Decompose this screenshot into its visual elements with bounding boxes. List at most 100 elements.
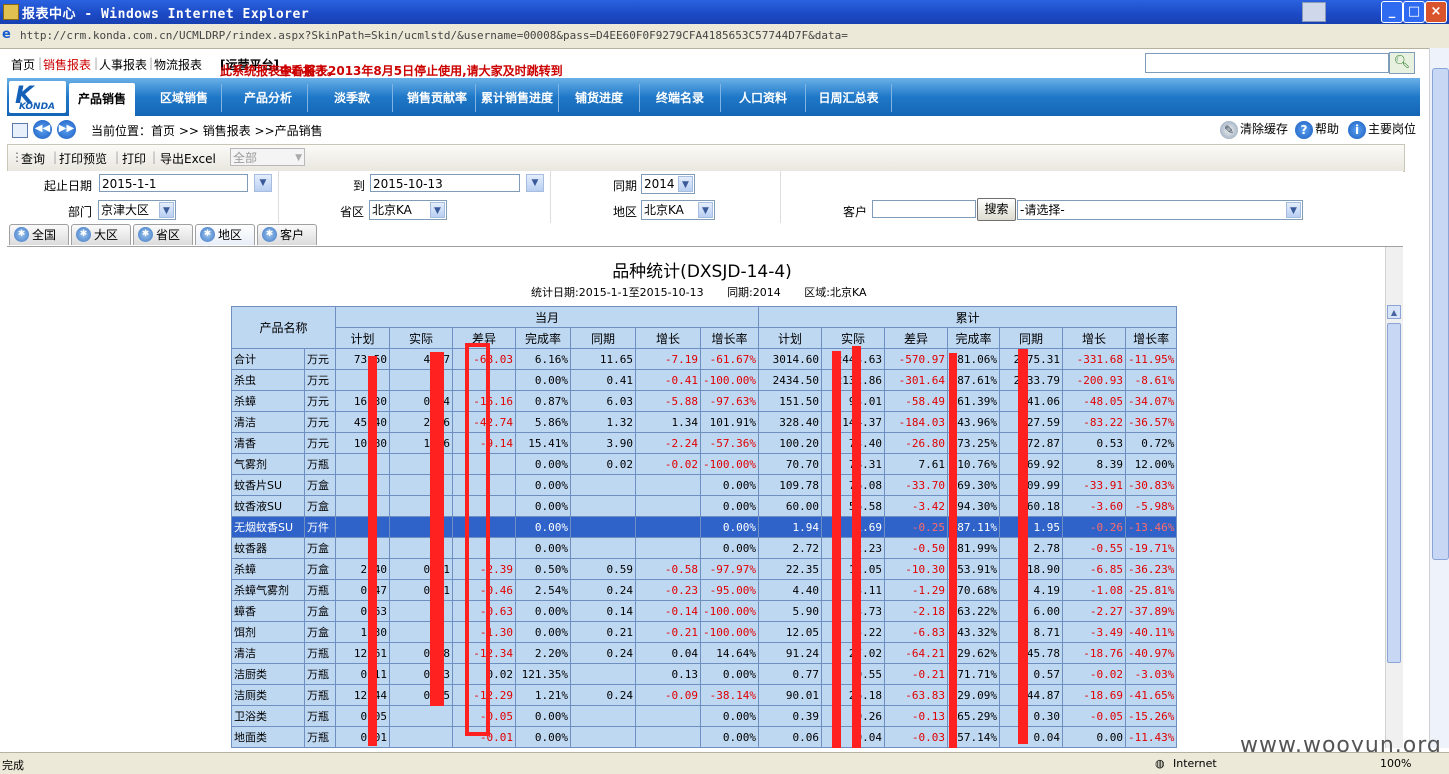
value-cell: 0.05	[335, 705, 390, 727]
header-cumulative-11: 同期	[999, 327, 1063, 349]
value-cell: -0.02	[1062, 663, 1126, 685]
nav-link-sales-report[interactable]: 销售报表	[43, 56, 91, 73]
menu-off-season[interactable]: 淡季款	[312, 84, 393, 112]
value-cell: -0.02	[635, 453, 701, 475]
maximize-button[interactable]: □	[1403, 1, 1425, 23]
tab-region[interactable]: ✱ 大区	[71, 224, 131, 245]
report-scrollbar-thumb[interactable]	[1387, 323, 1401, 663]
clear-cache-button[interactable]: ✎ 清除缓存	[1220, 120, 1288, 139]
zoom-level[interactable]: 100%	[1380, 757, 1411, 770]
menu-terminal-list[interactable]: 终端名录	[640, 84, 721, 112]
help-button[interactable]: ? 帮助	[1295, 120, 1339, 139]
value-cell	[335, 495, 390, 517]
value-cell	[335, 474, 390, 496]
product-name-cell: 杀蟑	[231, 390, 305, 412]
unit-cell: 万瓶	[304, 684, 336, 706]
end-date-picker-icon[interactable]: ▼	[526, 174, 544, 192]
unit-cell: 万元	[304, 348, 336, 370]
nav-link-hr-report[interactable]: 人事报表	[99, 56, 147, 73]
unit-cell: 万盒	[304, 621, 336, 643]
toggle-panel-icon[interactable]	[12, 123, 28, 138]
header-cumulative-13: 增长率	[1124, 327, 1178, 349]
print-button[interactable]: 打印	[122, 150, 146, 167]
value-cell: 0.00%	[515, 726, 571, 748]
unit-cell: 万盒	[304, 558, 336, 580]
menu-region-sales[interactable]: 区域销售	[147, 84, 222, 112]
value-cell: 12.00%	[1124, 453, 1178, 475]
value-cell: 101.91%	[700, 411, 759, 433]
tab-customer[interactable]: ✱ 客户	[257, 224, 317, 245]
value-cell	[635, 537, 701, 559]
region-info: 区域:北京KA	[804, 286, 867, 299]
minimize-button[interactable]: _	[1381, 1, 1403, 23]
back-icon[interactable]: ◀◀	[33, 120, 52, 139]
value-cell: -34.07%	[1124, 390, 1178, 412]
same-period-select[interactable]: 2014 ▼	[641, 174, 695, 194]
value-cell: -26.80	[884, 432, 948, 454]
menu-distribution-progress[interactable]: 铺货进度	[559, 84, 640, 112]
menu-population[interactable]: 人口资料	[721, 84, 806, 112]
tab-province[interactable]: ✱ 省区	[133, 224, 193, 245]
value-cell: -100.00%	[700, 600, 759, 622]
customer-select[interactable]: -请选择- ▼	[1017, 200, 1303, 220]
menu-sales-contribution[interactable]: 销售贡献率	[399, 84, 476, 112]
start-date-input[interactable]: 2015-1-1	[99, 174, 248, 192]
area-select[interactable]: 北京KA ▼	[641, 200, 715, 220]
product-name-cell: 蚊香器	[231, 537, 305, 559]
print-preview-button[interactable]: 打印预览	[59, 150, 107, 167]
scroll-up-icon[interactable]: ▲	[1387, 305, 1401, 319]
value-cell	[335, 537, 390, 559]
scope-select[interactable]: 全部 ▼	[230, 148, 305, 166]
value-cell	[335, 453, 390, 475]
value-cell	[570, 663, 636, 685]
menu-product-analysis[interactable]: 产品分析	[229, 84, 308, 112]
menu-weekly-summary[interactable]: 日周汇总表	[806, 84, 892, 112]
province-select[interactable]: 北京KA ▼	[369, 200, 447, 220]
address-url[interactable]: http://crm.konda.com.cn/UCMLDRP/rindex.a…	[20, 29, 848, 42]
customer-search-button[interactable]: 搜索	[977, 198, 1016, 221]
export-excel-button[interactable]: 导出Excel	[160, 150, 216, 167]
value-cell: 2.72	[758, 537, 822, 559]
menu-cumulative-progress[interactable]: 累计销售进度	[476, 84, 559, 112]
product-name-cell: 地面类	[231, 726, 305, 748]
value-cell: 0.59	[570, 558, 636, 580]
top-search-input[interactable]	[1145, 53, 1389, 73]
search-icon[interactable]: 🔍︎	[1389, 52, 1415, 74]
page-scrollbar-thumb[interactable]	[1432, 68, 1449, 560]
value-cell: -13.46%	[1124, 516, 1178, 538]
value-cell: 4.19	[999, 579, 1063, 601]
area-label: 地区	[613, 205, 638, 219]
header-cumulative: 累计	[757, 306, 1178, 328]
main-post-button[interactable]: i 主要岗位	[1348, 120, 1416, 139]
forward-icon[interactable]: ▶▶	[57, 120, 76, 139]
dept-select[interactable]: 京津大区 ▼	[98, 200, 176, 220]
page-scrollbar[interactable]	[1429, 48, 1449, 748]
menu-product-sales[interactable]: 产品销售	[69, 83, 135, 116]
close-button[interactable]: ×	[1425, 1, 1447, 23]
value-cell: -38.14%	[700, 684, 759, 706]
start-date-picker-icon[interactable]: ▼	[254, 174, 272, 192]
value-cell: -64.21	[884, 642, 948, 664]
tab-area[interactable]: ✱ 地区	[195, 224, 255, 245]
unit-cell: 万元	[304, 369, 336, 391]
value-cell: -0.13	[884, 705, 948, 727]
value-cell: 1.95	[999, 516, 1063, 538]
customer-input[interactable]	[872, 200, 976, 218]
product-name-cell: 蚊香液SU	[231, 495, 305, 517]
value-cell: 141.06	[999, 390, 1063, 412]
nav-link-home[interactable]: 首页	[11, 56, 35, 73]
report-scrollbar[interactable]: ▲	[1385, 247, 1403, 748]
value-cell: 5.90	[758, 600, 822, 622]
address-bar[interactable]: e http://crm.konda.com.cn/UCMLDRP/rindex…	[0, 24, 1449, 49]
value-cell: 2.20%	[515, 642, 571, 664]
query-button[interactable]: 查询	[21, 150, 45, 167]
end-date-input[interactable]: 2015-10-13	[370, 174, 520, 192]
value-cell: -57.36%	[700, 432, 759, 454]
tab-national[interactable]: ✱ 全国	[9, 224, 69, 245]
header-cumulative-7: 计划	[758, 327, 822, 349]
value-cell: 0.24	[570, 684, 636, 706]
redaction-mark	[832, 351, 841, 748]
value-cell	[335, 516, 390, 538]
product-name-cell: 气雾剂	[231, 453, 305, 475]
nav-link-logistics-report[interactable]: 物流报表	[154, 56, 202, 73]
